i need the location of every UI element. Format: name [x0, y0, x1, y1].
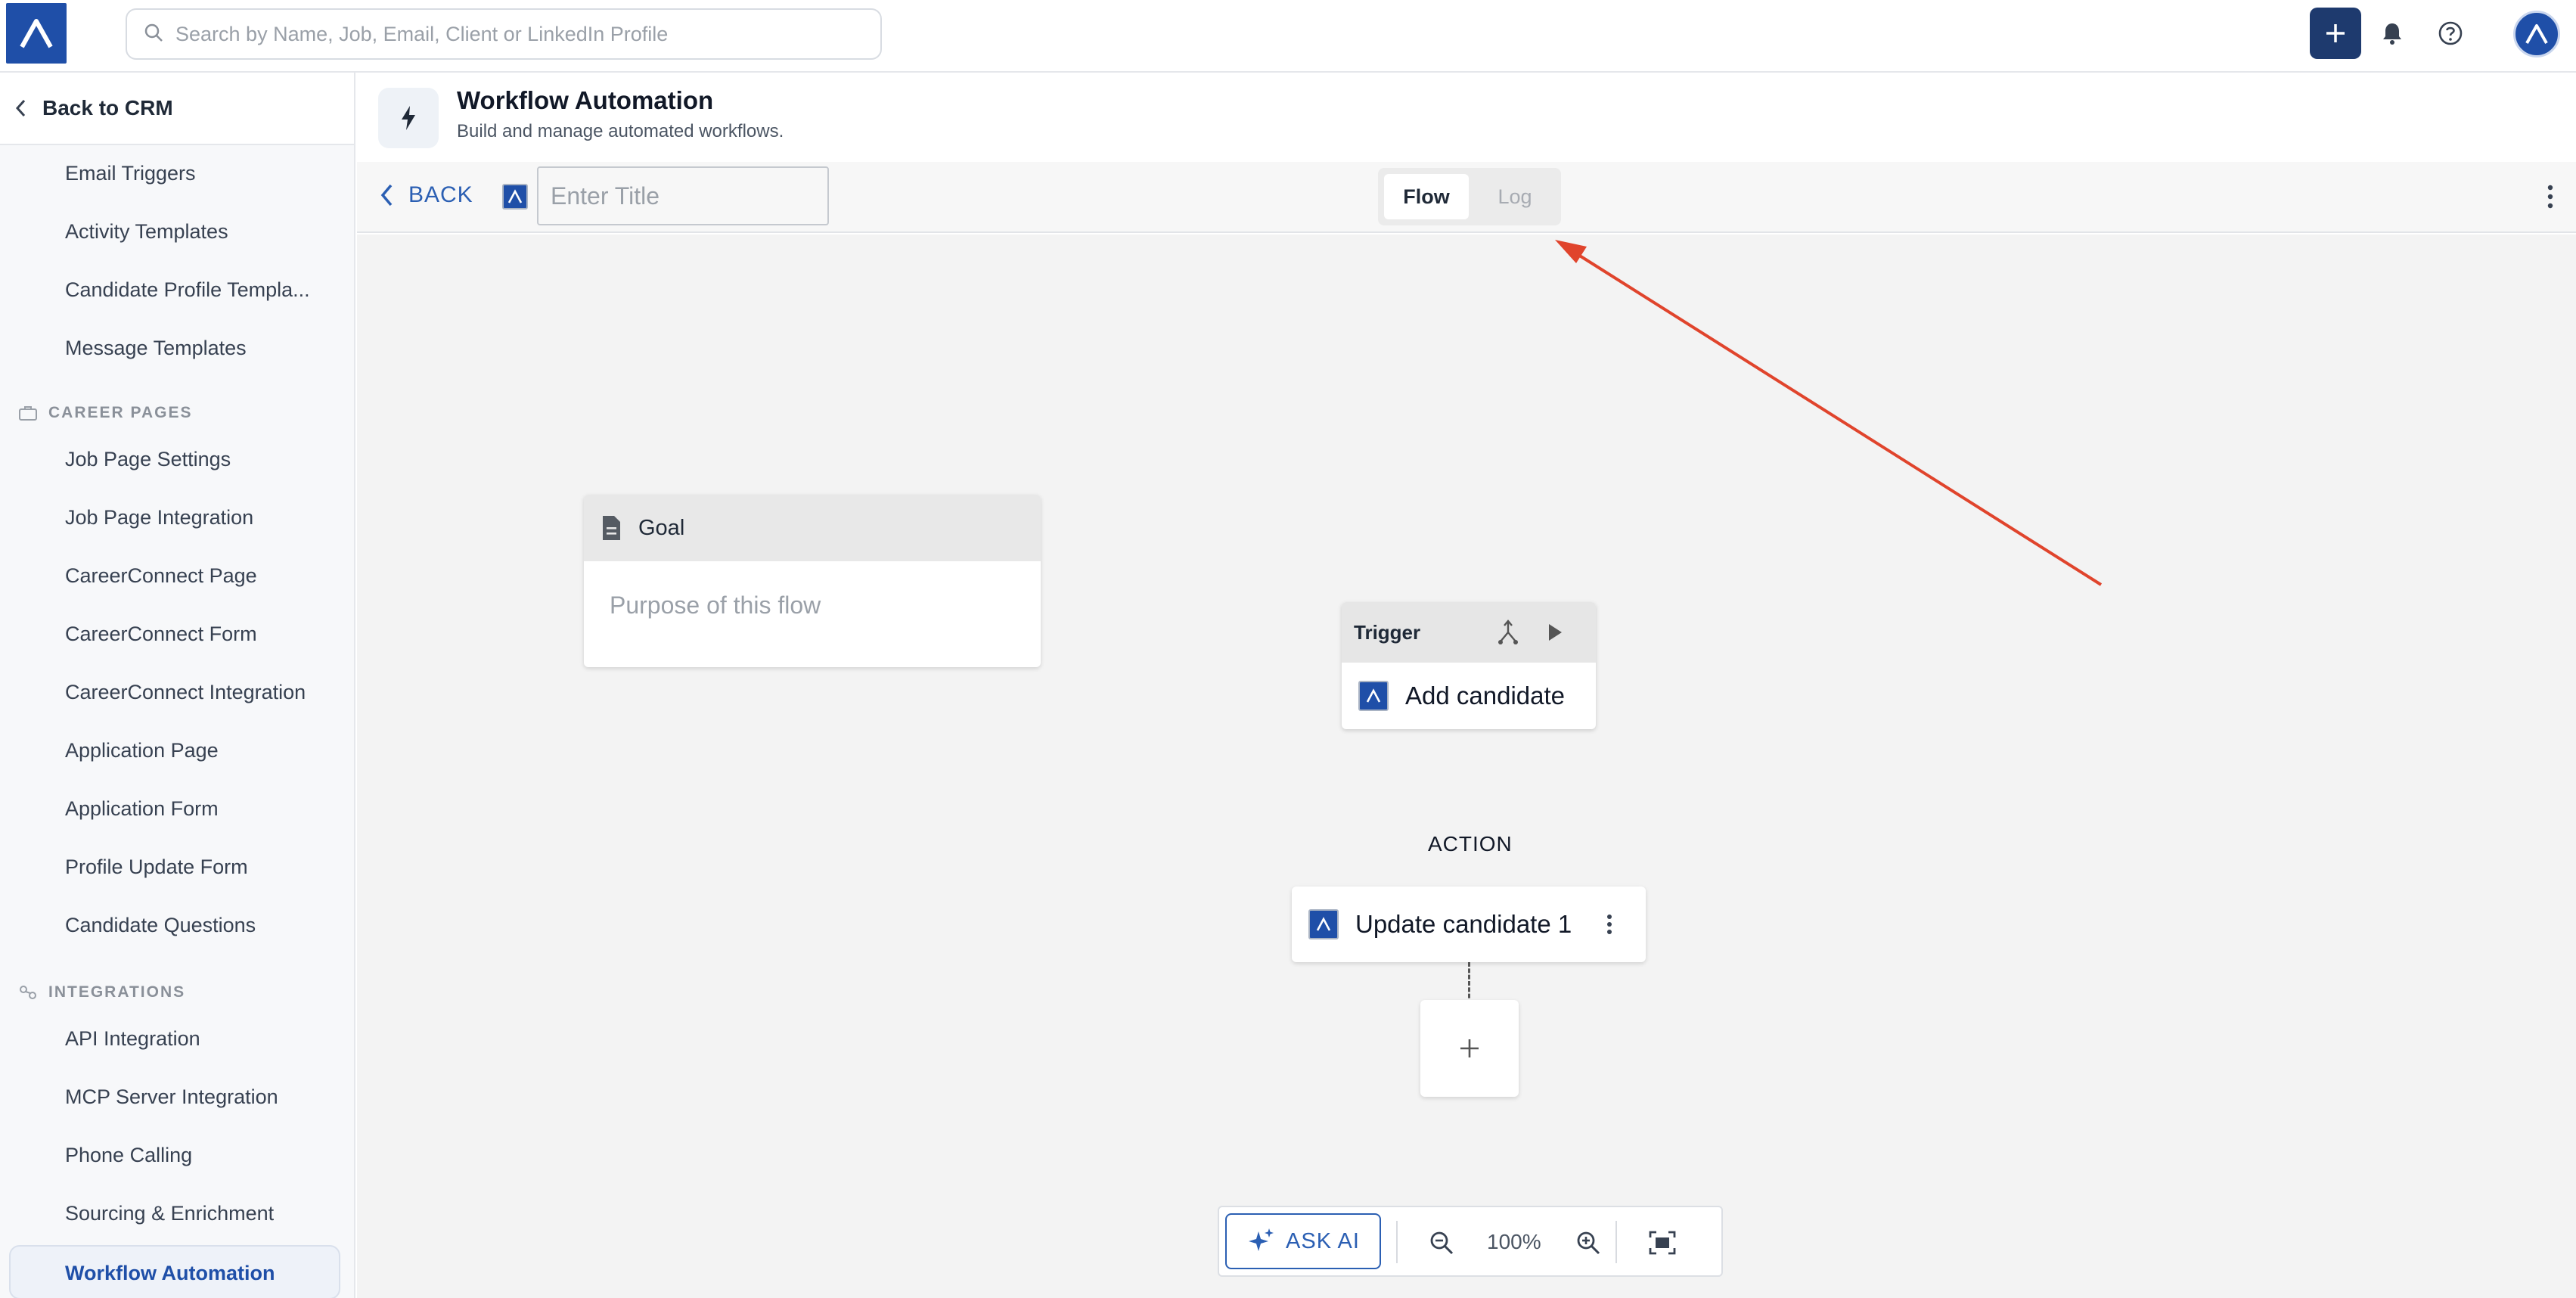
- sidebar-item-profile-update-form[interactable]: Profile Update Form: [65, 856, 322, 879]
- document-icon: [603, 516, 620, 540]
- app-logo-icon: [502, 184, 528, 210]
- back-button[interactable]: BACK: [378, 182, 473, 209]
- fit-screen-icon[interactable]: [1646, 1226, 1679, 1259]
- back-button-label: BACK: [408, 182, 473, 207]
- connector-line: [1468, 962, 1470, 1005]
- global-search[interactable]: [126, 8, 882, 60]
- sidebar-item-mcp-server-integration[interactable]: MCP Server Integration: [65, 1085, 322, 1109]
- action-card[interactable]: Update candidate 1: [1292, 887, 1646, 962]
- zoom-in-icon[interactable]: [1572, 1226, 1605, 1259]
- ask-ai-button[interactable]: ASK AI: [1225, 1213, 1381, 1269]
- sidebar-item-careerconnect-integration[interactable]: CareerConnect Integration: [65, 681, 322, 704]
- sidebar-item-job-page-integration[interactable]: Job Page Integration: [65, 506, 322, 529]
- sidebar-item-workflow-automation[interactable]: Workflow Automation: [9, 1245, 340, 1298]
- more-vertical-icon[interactable]: [2535, 182, 2565, 212]
- back-to-crm-link[interactable]: Back to CRM: [0, 73, 354, 145]
- workflow-title-input[interactable]: [537, 166, 829, 225]
- sidebar-item-careerconnect-page[interactable]: CareerConnect Page: [65, 564, 322, 588]
- add-step-button[interactable]: [1420, 1000, 1519, 1097]
- flow-canvas[interactable]: Goal Purpose of this flow Trigger Add ca…: [357, 234, 2576, 1298]
- search-icon: [144, 23, 163, 46]
- sidebar-item-workflow-automation-label: Workflow Automation: [65, 1262, 275, 1284]
- goal-card-header: Goal: [584, 495, 1041, 561]
- lightning-icon: [378, 88, 439, 148]
- zoom-level: 100%: [1487, 1230, 1541, 1253]
- section-career-pages-label: CAREER PAGES: [48, 404, 193, 421]
- trigger-title: Trigger: [1354, 621, 1421, 644]
- section-integrations-label: INTEGRATIONS: [48, 983, 186, 1001]
- page-header: Workflow Automation Build and manage aut…: [357, 73, 2576, 162]
- sidebar: Back to CRM Email Triggers Activity Temp…: [0, 73, 355, 1298]
- branch-icon[interactable]: [1496, 619, 1520, 650]
- top-bar: [0, 0, 2576, 73]
- goal-card[interactable]: Goal Purpose of this flow: [584, 495, 1041, 667]
- search-input[interactable]: [175, 22, 856, 46]
- back-to-crm-label: Back to CRM: [42, 96, 173, 120]
- more-vertical-icon[interactable]: [1594, 909, 1625, 939]
- goal-purpose-field[interactable]: Purpose of this flow: [584, 561, 1041, 620]
- sidebar-item-api-integration[interactable]: API Integration: [65, 1027, 322, 1051]
- sidebar-item-message-templates[interactable]: Message Templates: [65, 337, 322, 360]
- action-section-label: ACTION: [1428, 832, 1513, 856]
- page-subtitle: Build and manage automated workflows.: [457, 121, 784, 141]
- zoom-out-icon[interactable]: [1425, 1226, 1458, 1259]
- sidebar-item-job-page-settings[interactable]: Job Page Settings: [65, 448, 322, 471]
- chevron-left-icon: [15, 99, 26, 117]
- section-integrations: INTEGRATIONS: [18, 983, 185, 1001]
- trigger-event-label: Add candidate: [1405, 682, 1566, 710]
- sidebar-item-email-triggers[interactable]: Email Triggers: [65, 162, 322, 185]
- goal-title: Goal: [638, 515, 685, 540]
- trigger-card[interactable]: Trigger Add candidate: [1342, 602, 1596, 729]
- sidebar-item-sourcing-enrichment[interactable]: Sourcing & Enrichment: [65, 1202, 322, 1225]
- app-logo-icon: [1308, 909, 1339, 939]
- divider: [1615, 1221, 1617, 1263]
- plus-icon: [2326, 24, 2345, 42]
- trigger-event[interactable]: Add candidate: [1342, 663, 1596, 729]
- sidebar-item-application-form[interactable]: Application Form: [65, 797, 322, 821]
- page-title: Workflow Automation: [457, 86, 714, 114]
- logo-icon[interactable]: [6, 3, 67, 64]
- canvas-controls: ASK AI 100%: [1218, 1206, 1723, 1277]
- action-card-label: Update candidate 1: [1355, 910, 1572, 938]
- trigger-card-header: Trigger: [1342, 602, 1596, 663]
- integrations-icon: [20, 986, 36, 999]
- create-button[interactable]: [2310, 8, 2361, 59]
- sidebar-item-application-page[interactable]: Application Page: [65, 739, 322, 762]
- sidebar-item-candidate-questions[interactable]: Candidate Questions: [65, 914, 322, 937]
- sidebar-item-activity-templates[interactable]: Activity Templates: [65, 220, 322, 244]
- avatar-logo-icon: [2525, 24, 2548, 44]
- sidebar-item-candidate-profile-templates[interactable]: Candidate Profile Templa...: [65, 278, 322, 302]
- tab-log[interactable]: Log: [1473, 174, 1556, 219]
- bell-icon[interactable]: [2377, 18, 2407, 48]
- sidebar-item-phone-calling[interactable]: Phone Calling: [65, 1144, 322, 1167]
- plus-icon: [1460, 1039, 1479, 1057]
- divider: [1396, 1221, 1398, 1263]
- sparkle-icon: [1249, 1228, 1274, 1251]
- avatar[interactable]: [2513, 11, 2560, 57]
- tab-flow[interactable]: Flow: [1384, 174, 1469, 219]
- view-tabs: Flow Log: [1378, 168, 1561, 225]
- chevron-left-icon: [380, 184, 393, 206]
- ask-ai-label: ASK AI: [1286, 1228, 1360, 1253]
- workflow-toolbar: BACK Flow Log: [357, 162, 2576, 233]
- app-logo-icon: [1358, 681, 1389, 711]
- sidebar-item-careerconnect-form[interactable]: CareerConnect Form: [65, 623, 322, 646]
- help-icon[interactable]: [2435, 18, 2466, 48]
- play-icon[interactable]: [1546, 622, 1564, 647]
- briefcase-icon: [19, 406, 37, 421]
- section-career-pages: CAREER PAGES: [18, 404, 192, 422]
